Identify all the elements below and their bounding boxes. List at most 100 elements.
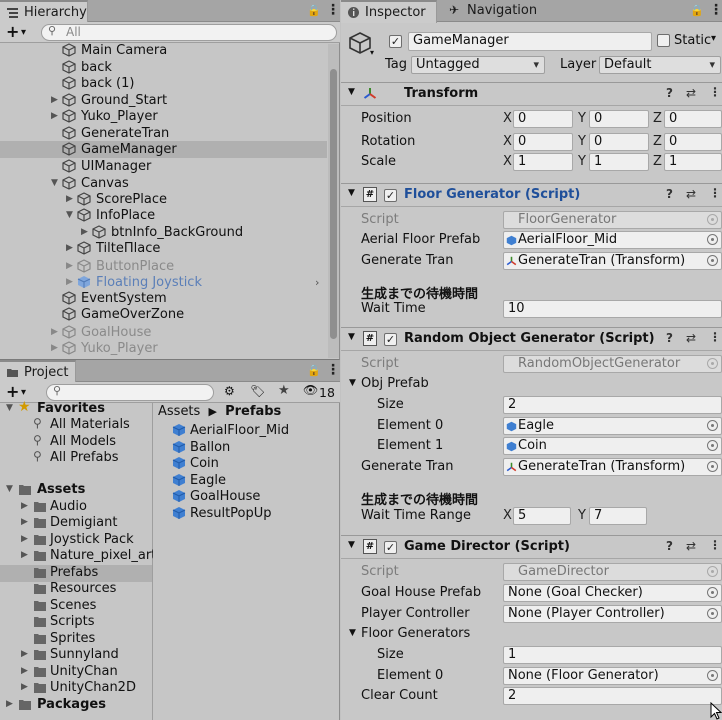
collapse-arrow-icon[interactable]: ▼ (349, 378, 356, 388)
hierarchy-scrollbar[interactable] (328, 44, 339, 358)
asset-folder[interactable]: Sunnyland (50, 646, 119, 663)
tag-dropdown[interactable]: Untagged (411, 56, 545, 74)
label-tag-icon[interactable]: 🏷 (250, 384, 265, 398)
y-axis-label[interactable]: Y (578, 133, 586, 151)
object-picker-icon[interactable] (707, 255, 718, 266)
object-picker-icon[interactable] (707, 608, 718, 619)
rotation-z-field[interactable]: 0 (664, 133, 722, 151)
prefab-item[interactable]: ResultPopUp (172, 505, 272, 522)
hierarchy-item-disabled[interactable]: ButtonPlace (77, 258, 174, 275)
x-axis-label[interactable]: X (503, 507, 512, 525)
y-axis-label[interactable]: Y (578, 110, 586, 128)
expand-arrow-icon[interactable]: ▶ (51, 108, 61, 125)
asset-folder[interactable]: Joystick Pack (50, 531, 134, 548)
asset-folder[interactable]: UnityChan2D (50, 679, 136, 696)
assets-header[interactable]: Assets (37, 481, 85, 498)
chevron-right-icon[interactable]: › (315, 274, 325, 291)
chevron-down-icon[interactable]: ▾ (711, 33, 716, 44)
rotation-y-field[interactable]: 0 (589, 133, 649, 151)
collapse-arrow-icon[interactable]: ▼ (348, 332, 355, 342)
x-axis-label[interactable]: X (503, 110, 512, 128)
floor-generators-size-field[interactable]: 1 (503, 646, 722, 664)
collapse-arrow-icon[interactable]: ▼ (51, 175, 61, 192)
object-picker-icon[interactable] (707, 461, 718, 472)
hierarchy-item[interactable]: Ground_Start (62, 92, 167, 109)
z-axis-label[interactable]: Z (653, 153, 662, 171)
expand-arrow-icon[interactable]: ▶ (66, 240, 76, 257)
z-axis-label[interactable]: Z (653, 133, 662, 151)
obj-prefab-size-field[interactable]: 2 (503, 396, 722, 414)
wait-range-x-field[interactable]: 5 (513, 507, 571, 525)
obj-prefab-label[interactable]: Obj Prefab (361, 375, 429, 393)
expand-arrow-icon[interactable]: ▶ (21, 531, 31, 548)
hierarchy-item[interactable]: Canvas (62, 175, 129, 192)
favorites-item[interactable]: All Prefabs (50, 449, 119, 466)
collapse-arrow-icon[interactable]: ▼ (66, 207, 76, 224)
generate-tran-field[interactable]: GenerateTran (Transform) (503, 458, 722, 476)
favorites-header[interactable]: Favorites (37, 400, 105, 417)
object-picker-icon[interactable] (707, 234, 718, 245)
floor-generators-label[interactable]: Floor Generators (361, 625, 470, 643)
hierarchy-item[interactable]: Yuko_Player (62, 108, 158, 125)
scale-z-field[interactable]: 1 (664, 153, 722, 171)
lock-icon[interactable]: 🔒 (307, 364, 321, 377)
lock-icon[interactable]: 🔒 (690, 4, 704, 17)
asset-folder[interactable]: Scripts (50, 613, 94, 630)
packages-header[interactable]: Packages (37, 696, 106, 713)
element-0-field[interactable]: Eagle (503, 417, 722, 435)
x-axis-label[interactable]: X (503, 153, 512, 171)
asset-folder-selected[interactable]: Prefabs (50, 564, 98, 581)
collapse-arrow-icon[interactable]: ▼ (348, 540, 355, 550)
expand-arrow-icon[interactable]: ▶ (66, 274, 76, 291)
preset-icon[interactable]: ⇄ (686, 539, 696, 553)
asset-folder[interactable]: Demigiant (50, 514, 117, 531)
y-axis-label[interactable]: Y (578, 153, 586, 171)
prefab-item[interactable]: AerialFloor_Mid (172, 422, 289, 439)
more-icon[interactable]: ⋮ (709, 2, 722, 18)
x-axis-label[interactable]: X (503, 133, 512, 151)
element-1-field[interactable]: Coin (503, 437, 722, 455)
expand-arrow-icon[interactable]: ▶ (51, 92, 61, 109)
asset-folder[interactable]: Nature_pixel_art_a (50, 547, 153, 564)
hierarchy-search-field[interactable]: ⚲ All (41, 24, 337, 41)
tab-navigation[interactable]: ✈ Navigation (443, 0, 543, 23)
component-menu-icon[interactable]: ⋮ (709, 538, 721, 552)
collapse-arrow-icon[interactable]: ▼ (6, 481, 16, 498)
scale-y-field[interactable]: 1 (589, 153, 649, 171)
chevron-down-icon[interactable]: ▾ (370, 48, 374, 57)
floor-generator-element-0-field[interactable]: None (Floor Generator) (503, 667, 722, 685)
game-director-header[interactable]: ▼ # ✓ Game Director (Script) ? ⇄ ⋮ (341, 535, 722, 559)
hierarchy-item[interactable]: TilteПlace (77, 240, 160, 257)
help-icon[interactable]: ? (666, 539, 673, 553)
active-checkbox[interactable]: ✓ (389, 35, 402, 48)
generate-tran-field[interactable]: GenerateTran (Transform) (503, 252, 722, 270)
hidden-eye-icon[interactable]: 👁 (303, 383, 318, 397)
more-icon[interactable]: ⋮ (326, 362, 340, 378)
expand-arrow-icon[interactable]: ▶ (21, 679, 31, 696)
hierarchy-item-disabled[interactable]: GoalHouse (62, 324, 151, 341)
star-icon[interactable]: ★ (278, 383, 290, 398)
expand-arrow-icon[interactable]: ▶ (51, 324, 61, 341)
help-icon[interactable]: ? (666, 331, 673, 345)
enabled-checkbox[interactable]: ✓ (384, 333, 397, 346)
add-icon[interactable]: + (6, 22, 19, 42)
prefab-item[interactable]: Coin (172, 455, 219, 472)
breadcrumb-root[interactable]: Assets (158, 404, 200, 419)
expand-arrow-icon[interactable]: ▶ (21, 514, 31, 531)
prefab-item[interactable]: GoalHouse (172, 488, 260, 505)
position-y-field[interactable]: 0 (589, 110, 649, 128)
clear-count-field[interactable]: 2 (503, 687, 722, 705)
collapse-arrow-icon[interactable]: ▼ (348, 188, 355, 198)
hierarchy-item[interactable]: back (62, 59, 112, 76)
hierarchy-item[interactable]: Main Camera (62, 42, 167, 59)
floor-generator-header[interactable]: ▼ # ✓ Floor Generator (Script) ? ⇄ ⋮ (341, 183, 722, 207)
layer-dropdown[interactable]: Default (599, 56, 721, 74)
expand-arrow-icon[interactable]: ▶ (81, 224, 91, 241)
tab-hierarchy[interactable]: Hierarchy (0, 0, 88, 23)
z-axis-label[interactable]: Z (653, 110, 662, 128)
filter-by-type-icon[interactable]: ⚙ (224, 384, 235, 398)
asset-folder[interactable]: Sprites (50, 630, 95, 647)
preset-icon[interactable]: ⇄ (686, 331, 696, 345)
enabled-checkbox[interactable]: ✓ (384, 541, 397, 554)
rotation-x-field[interactable]: 0 (513, 133, 573, 151)
